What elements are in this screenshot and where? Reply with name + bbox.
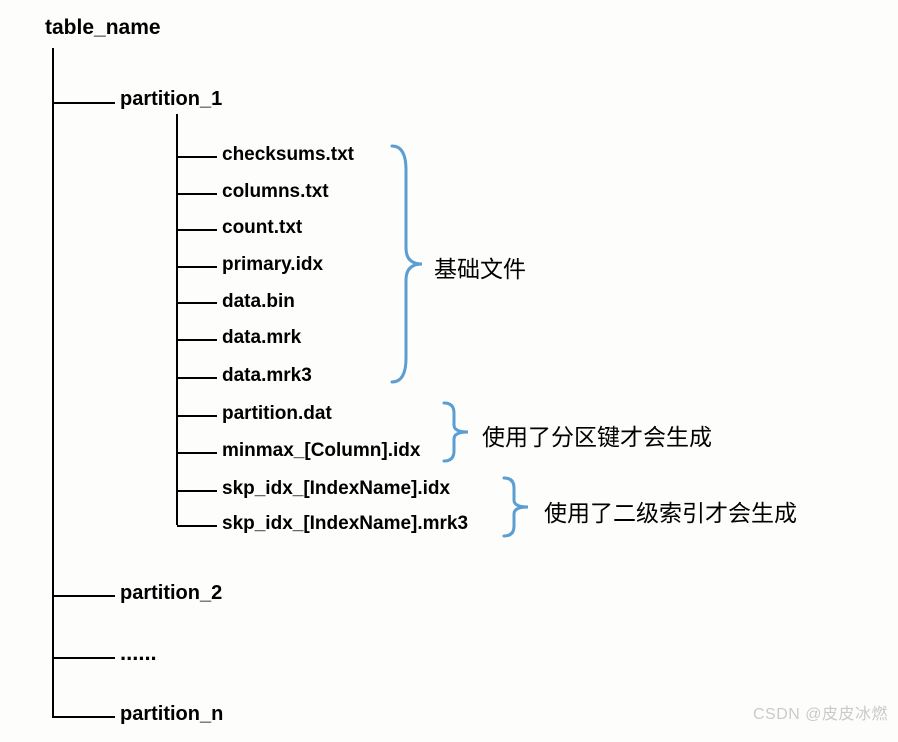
file-databin: data.bin: [222, 291, 295, 313]
file-partitiondat: partition.dat: [222, 403, 332, 425]
connector-file: [177, 302, 217, 304]
brace-basic-files: [388, 140, 428, 388]
connector-pn: [53, 716, 115, 718]
connector-p2: [53, 595, 115, 597]
annotation-basic-files: 基础文件: [434, 250, 526, 284]
connector-file: [177, 377, 217, 379]
connector-file: [177, 490, 217, 492]
watermark: CSDN @皮皮冰燃: [753, 700, 888, 724]
file-datamrk3: data.mrk3: [222, 365, 312, 387]
connector-file: [177, 452, 217, 454]
file-minmax: minmax_[Column].idx: [222, 440, 420, 462]
connector-file: [177, 415, 217, 417]
connector-file: [177, 229, 217, 231]
brace-partition-key: [440, 399, 476, 465]
connector-file: [177, 193, 217, 195]
connector-file: [177, 266, 217, 268]
connector-file: [177, 156, 217, 158]
connector-dots: [53, 657, 115, 659]
brace-secondary-index: [500, 474, 536, 540]
node-partition-n: partition_n: [120, 703, 223, 726]
tree-trunk: [52, 48, 54, 718]
file-checksums: checksums.txt: [222, 144, 354, 166]
connector-p1: [53, 102, 115, 104]
file-skpmrk3: skp_idx_[IndexName].mrk3: [222, 513, 468, 535]
file-primary: primary.idx: [222, 254, 323, 276]
annotation-partition-key: 使用了分区键才会生成: [482, 418, 712, 452]
file-skpidx: skp_idx_[IndexName].idx: [222, 478, 450, 500]
tree-trunk-p1: [176, 114, 178, 525]
file-datamrk: data.mrk: [222, 327, 301, 349]
file-columns: columns.txt: [222, 181, 329, 203]
node-partition-2: partition_2: [120, 582, 222, 605]
connector-file: [177, 339, 217, 341]
node-partition-1: partition_1: [120, 88, 222, 111]
connector-file: [177, 525, 217, 527]
file-count: count.txt: [222, 217, 302, 239]
annotation-secondary-index: 使用了二级索引才会生成: [544, 494, 797, 528]
root-label: table_name: [45, 16, 161, 40]
node-ellipsis: ......: [120, 640, 157, 666]
